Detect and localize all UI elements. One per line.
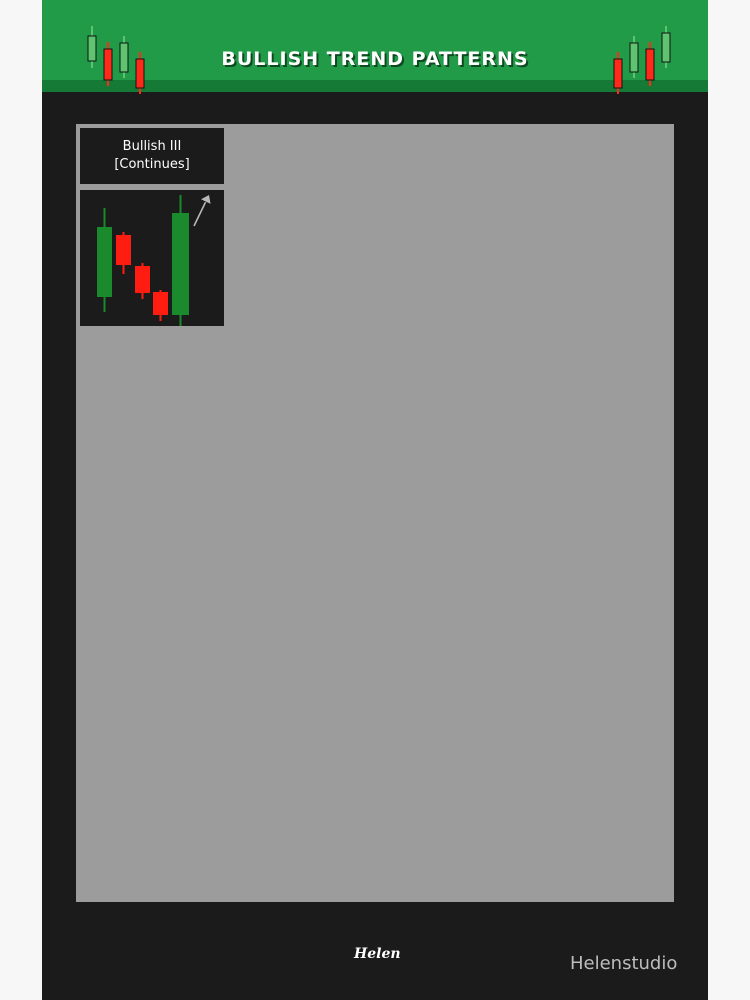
bullish-three-continuation-icon bbox=[97, 195, 211, 326]
decorative-candles-right-icon bbox=[613, 26, 671, 94]
deco-candle bbox=[135, 52, 145, 94]
deco-candle bbox=[629, 36, 639, 78]
deco-candle bbox=[119, 36, 129, 78]
pattern-name: Bullish III bbox=[122, 139, 182, 154]
deco-candle bbox=[645, 42, 655, 86]
poster: BULLISH TREND PATTERNS Bullish III [Conti… bbox=[42, 0, 708, 1000]
trend-arrow-icon bbox=[193, 195, 211, 227]
studio-brand: Helenstudio bbox=[570, 953, 678, 974]
studio-logo: Helen bbox=[354, 946, 401, 962]
pattern-name-line2: [Continues] bbox=[114, 157, 190, 172]
candlestick bbox=[172, 195, 189, 326]
deco-candle bbox=[103, 42, 113, 86]
candlestick bbox=[135, 263, 150, 299]
pattern-label-bullish-three-continuation: Bullish III [Continues] bbox=[80, 128, 224, 184]
pattern-chart-bullish-three-continuation bbox=[80, 190, 224, 326]
decorative-candles-left-icon bbox=[87, 26, 145, 94]
pattern-grid: Bullish III [Continues] bbox=[76, 124, 674, 902]
candlestick bbox=[153, 290, 168, 321]
candlestick bbox=[97, 208, 112, 312]
candlestick bbox=[116, 232, 131, 274]
deco-candle bbox=[613, 52, 623, 94]
deco-candle bbox=[661, 26, 671, 68]
deco-candle bbox=[87, 26, 97, 68]
